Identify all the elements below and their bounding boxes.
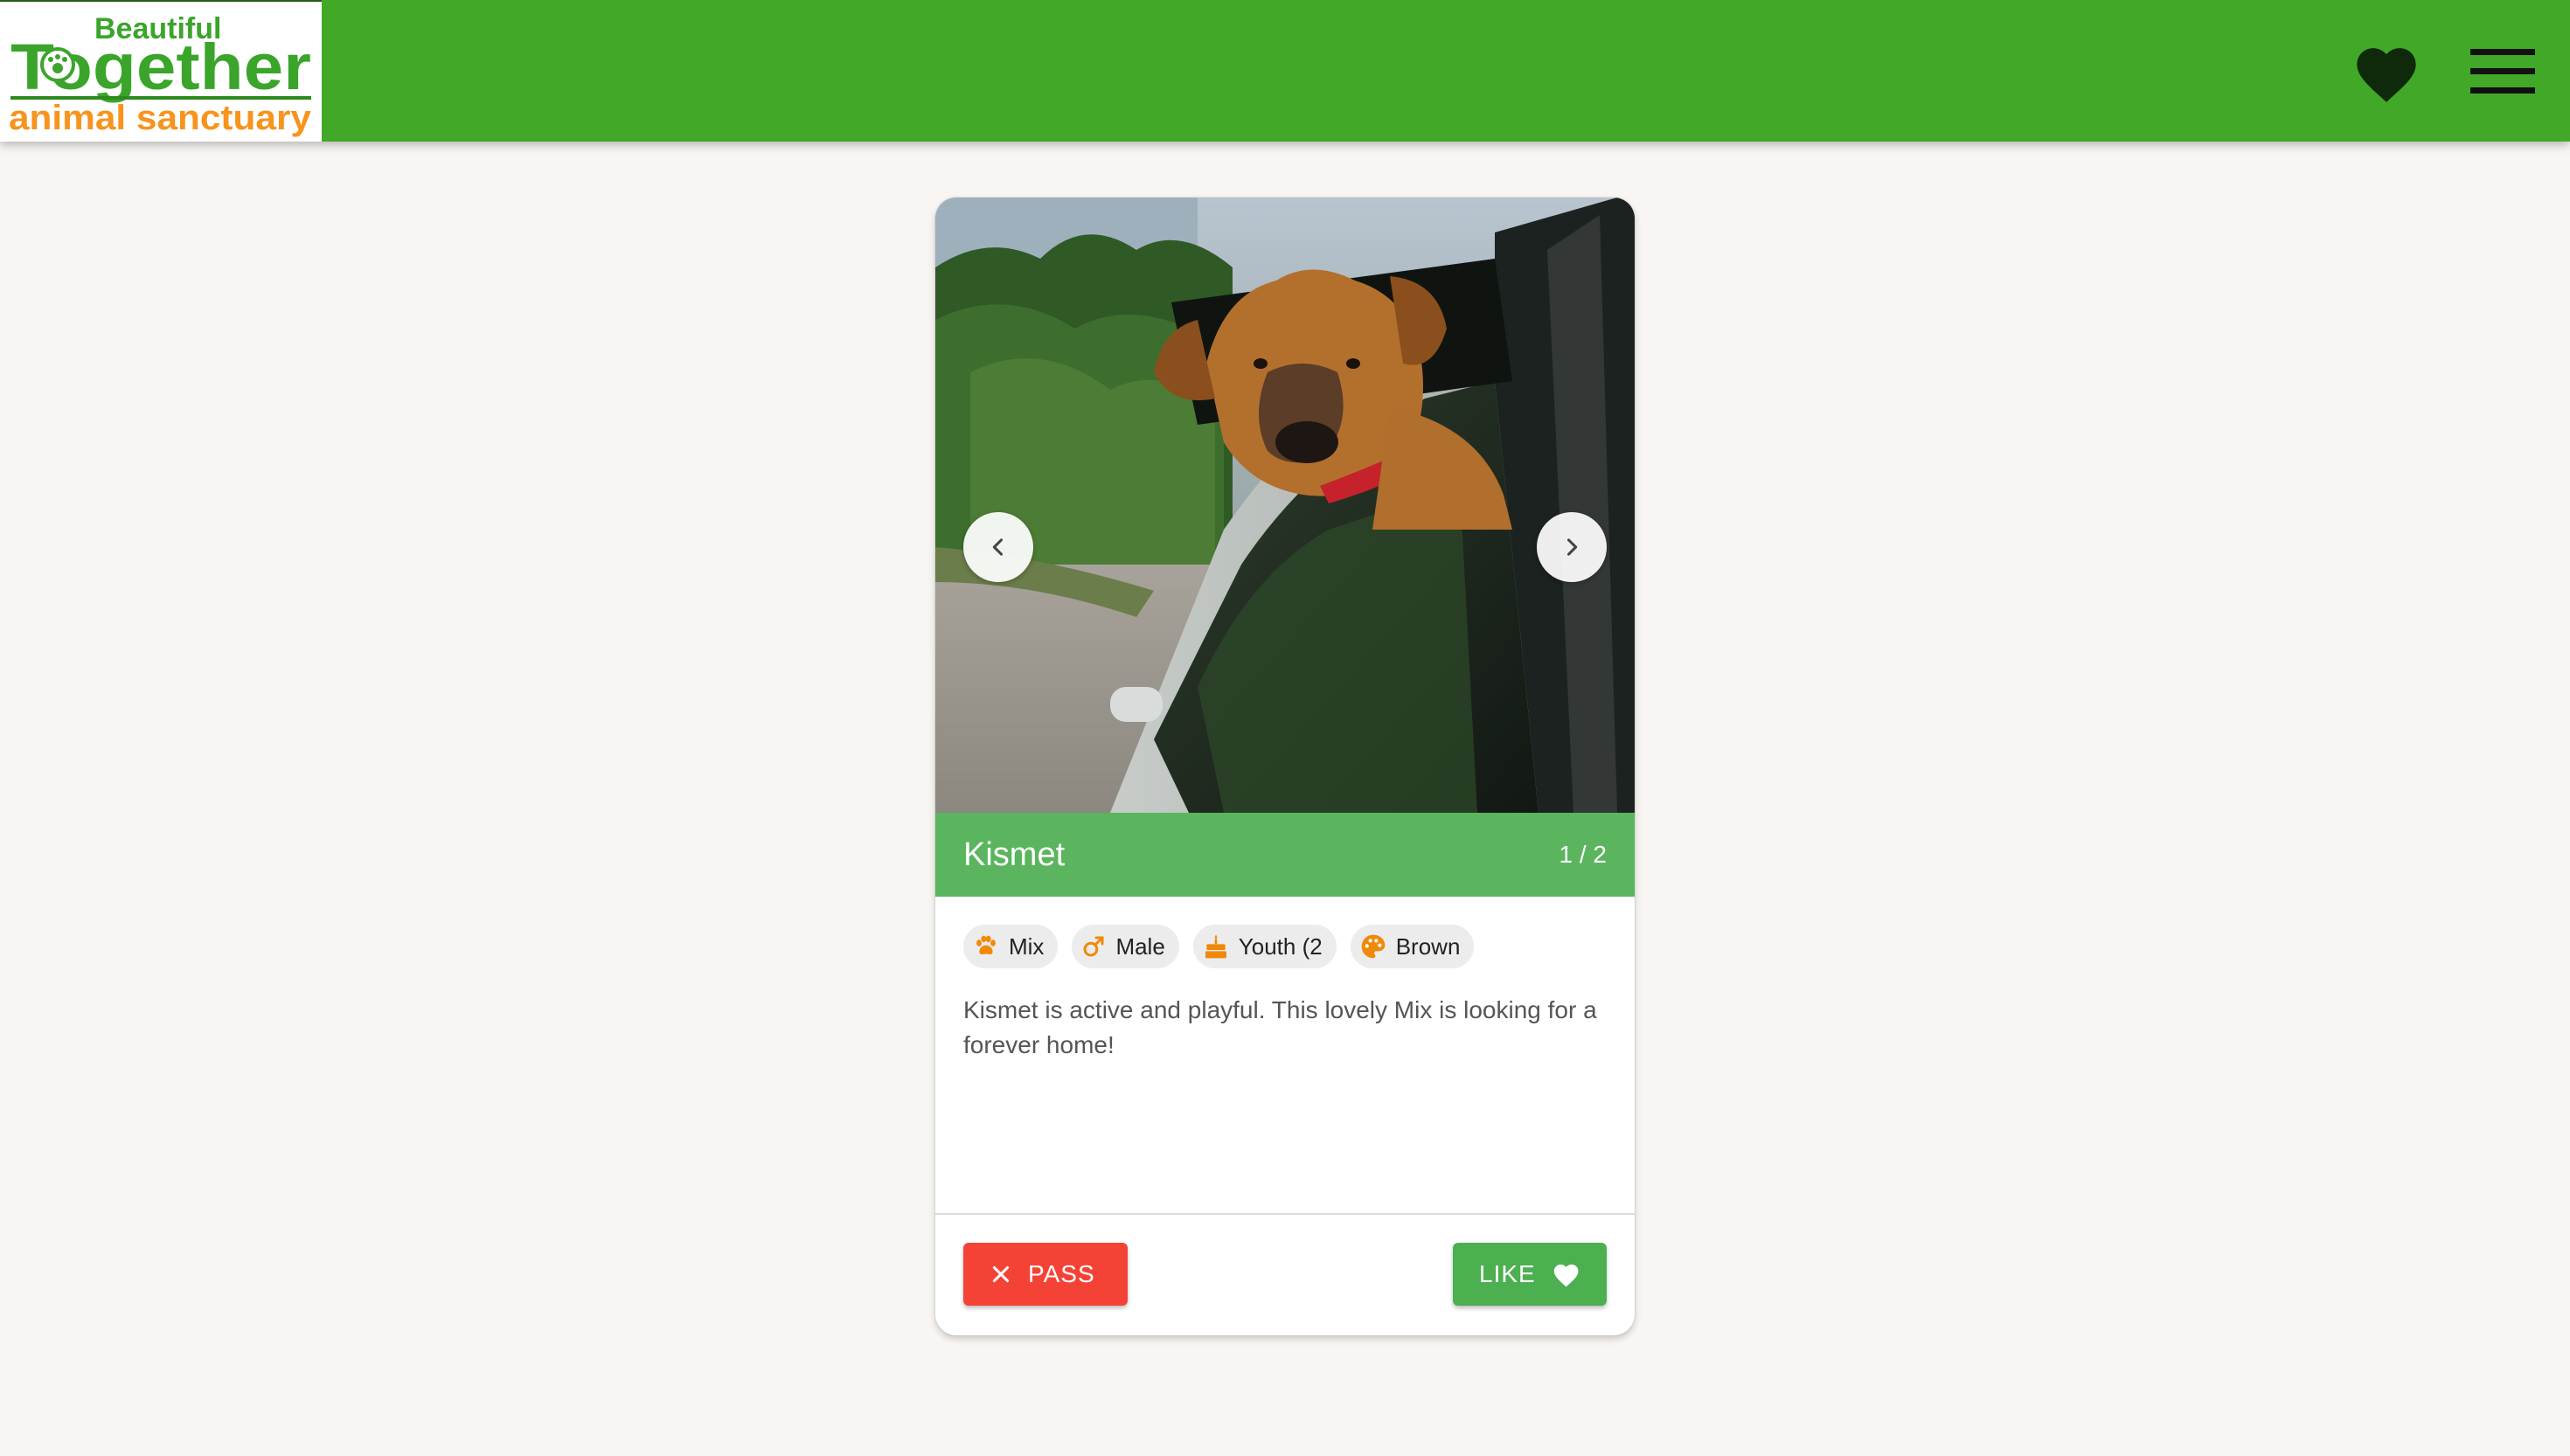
previous-photo-button[interactable] xyxy=(963,512,1033,582)
chevron-right-icon xyxy=(1566,538,1578,556)
pet-photo[interactable] xyxy=(935,198,1635,813)
paw-icon xyxy=(976,935,996,954)
chip-color: Brown xyxy=(1350,925,1475,968)
chip-sex: Male xyxy=(1072,925,1179,968)
sanctuary-logo[interactable]: Beautiful Together animal sanctuary xyxy=(0,0,322,142)
heart-icon xyxy=(1553,1264,1579,1287)
chevron-left-icon xyxy=(992,538,1004,556)
like-button[interactable]: LIKE xyxy=(1453,1243,1607,1306)
male-icon xyxy=(1083,936,1104,957)
photo-counter: 1 / 2 xyxy=(1559,841,1607,868)
chip-age: Youth (2 xyxy=(1192,925,1337,968)
divider xyxy=(935,1213,1635,1215)
hamburger-menu-icon[interactable] xyxy=(2470,47,2535,96)
close-icon xyxy=(992,1265,1010,1283)
pet-card[interactable]: Kismet 1 / 2 Mix Male Youth (2 Brown Kis… xyxy=(935,198,1635,1335)
chip-breed: Mix xyxy=(963,925,1059,968)
next-photo-button[interactable] xyxy=(1537,512,1607,582)
chip-label: Mix xyxy=(1009,933,1045,960)
cake-icon xyxy=(1205,934,1226,959)
name-bar: Kismet 1 / 2 xyxy=(935,813,1635,897)
pass-label: PASS xyxy=(1028,1260,1095,1287)
logo-line-3: animal sanctuary xyxy=(9,99,312,137)
app-header: Beautiful Together animal sanctuary xyxy=(0,0,2570,142)
chip-label: Brown xyxy=(1395,933,1461,960)
chip-label: Youth (2 xyxy=(1238,933,1323,960)
like-label: LIKE xyxy=(1479,1260,1536,1287)
chip-label: Male xyxy=(1115,933,1165,960)
pet-name: Kismet xyxy=(963,835,1066,873)
pass-button[interactable]: PASS xyxy=(963,1243,1128,1306)
favorites-heart-icon[interactable] xyxy=(2350,39,2423,104)
palette-icon xyxy=(1361,934,1386,959)
attribute-chips: Mix Male Youth (2 Brown xyxy=(963,925,1475,968)
pet-description: Kismet is active and playful. This lovel… xyxy=(963,996,1597,1058)
